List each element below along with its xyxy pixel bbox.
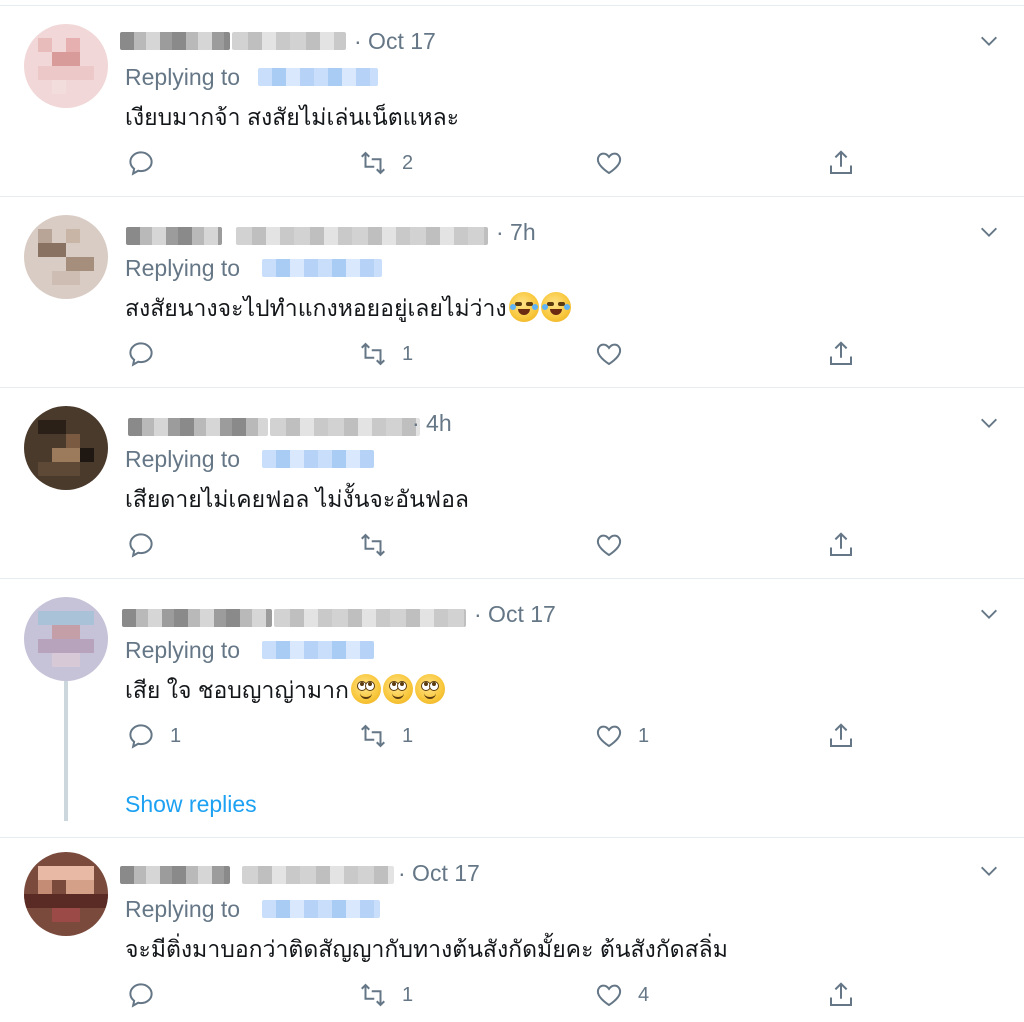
like-button[interactable]: [594, 530, 638, 560]
reply-count: 1: [170, 724, 182, 747]
retweet-button[interactable]: 1: [358, 339, 413, 369]
show-replies-link[interactable]: Show replies: [125, 791, 257, 818]
retweet-button[interactable]: [358, 530, 402, 560]
share-button[interactable]: [826, 980, 856, 1010]
avatar[interactable]: [24, 597, 108, 681]
heart-icon: [596, 984, 622, 1007]
heart-icon: [596, 534, 622, 557]
tweet[interactable]: · 4h Replying to เสียดายไม่เคยฟอล ไม่งั้…: [0, 388, 1024, 579]
reply-icon: [129, 724, 153, 749]
retweet-button[interactable]: 1: [358, 980, 413, 1010]
retweet-icon: [361, 724, 385, 748]
retweet-button[interactable]: 2: [358, 148, 413, 178]
reply-icon: [129, 533, 153, 558]
chevron-down-icon[interactable]: [978, 30, 1000, 52]
replying-to-label: Replying to: [125, 896, 241, 922]
retweet-count: 1: [402, 983, 414, 1006]
chevron-down-icon[interactable]: [978, 860, 1000, 882]
tweet[interactable]: · Oct 17 Replying to เงียบมากจ้า สงสัยไม…: [0, 6, 1024, 197]
share-button[interactable]: [826, 148, 856, 178]
retweet-icon: [361, 983, 385, 1007]
author-handle[interactable]: [270, 418, 420, 436]
author-name[interactable]: [126, 227, 222, 245]
like-button[interactable]: [594, 148, 638, 178]
chevron-down-icon[interactable]: [978, 412, 1000, 434]
replying-to-handle[interactable]: [262, 450, 374, 468]
author-name[interactable]: [122, 609, 272, 627]
replying-to-label: Replying to: [125, 255, 241, 281]
laughing-emoji: [508, 292, 539, 322]
share-icon: [830, 982, 852, 1006]
author-name[interactable]: [120, 32, 230, 50]
tweet[interactable]: · Oct 17 Replying to เสีย ใจ ชอบญาญ่ามาก…: [0, 579, 1024, 838]
like-button[interactable]: [594, 339, 638, 369]
heart-icon: [596, 725, 622, 748]
retweet-button[interactable]: 1: [358, 721, 413, 751]
avatar[interactable]: [24, 24, 108, 108]
avatar[interactable]: [24, 852, 108, 936]
timestamp[interactable]: · Oct 17: [354, 28, 436, 55]
retweet-icon: [361, 533, 385, 557]
timestamp[interactable]: · 4h: [412, 410, 452, 437]
timestamp[interactable]: · Oct 17: [474, 601, 556, 628]
replying-to-label: Replying to: [125, 637, 241, 663]
chevron-down-icon[interactable]: [978, 603, 1000, 625]
like-button[interactable]: 4: [594, 980, 649, 1010]
reply-button[interactable]: [126, 339, 170, 369]
share-icon: [830, 723, 852, 747]
rolling-eyes-emoji: [350, 674, 381, 704]
laughing-emoji: [540, 292, 571, 322]
replying-to-handle[interactable]: [262, 900, 380, 918]
share-icon: [830, 341, 852, 365]
reply-button[interactable]: [126, 148, 170, 178]
reply-icon: [129, 342, 153, 367]
heart-icon: [596, 152, 622, 175]
like-count: 1: [638, 724, 650, 747]
thread-line: [64, 681, 68, 821]
chevron-down-icon[interactable]: [978, 221, 1000, 243]
tweet-text: จะมีติ่งมาบอกว่าติดสัญญากับทางต้นสังกัดม…: [125, 936, 728, 962]
reply-button[interactable]: 1: [126, 721, 181, 751]
tweet[interactable]: · Oct 17 Replying to จะมีติ่งมาบอกว่าติด…: [0, 838, 1024, 1022]
reply-button[interactable]: [126, 980, 170, 1010]
tweet-text: เสีย ใจ ชอบญาญ่ามาก: [125, 673, 445, 709]
author-handle[interactable]: [232, 32, 346, 50]
share-icon: [830, 150, 852, 174]
reply-button[interactable]: [126, 530, 170, 560]
author-handle[interactable]: [242, 866, 394, 884]
avatar[interactable]: [24, 215, 108, 299]
author-handle[interactable]: [236, 227, 488, 245]
like-count: 4: [638, 983, 650, 1006]
like-button[interactable]: 1: [594, 721, 649, 751]
rolling-eyes-emoji: [382, 674, 413, 704]
reply-icon: [129, 983, 153, 1008]
replying-to-label: Replying to: [125, 446, 241, 472]
tweet[interactable]: · 7h Replying to สงสัยนางจะไปทำแกงหอยอยู…: [0, 197, 1024, 388]
retweet-count: 1: [402, 724, 414, 747]
author-name[interactable]: [120, 866, 230, 884]
share-button[interactable]: [826, 530, 856, 560]
author-name[interactable]: [128, 418, 268, 436]
replying-to-handle[interactable]: [262, 259, 382, 277]
heart-icon: [596, 343, 622, 366]
author-handle[interactable]: [274, 609, 466, 627]
share-button[interactable]: [826, 339, 856, 369]
tweet-text: เสียดายไม่เคยฟอล ไม่งั้นจะอันฟอล: [125, 486, 469, 512]
replying-to-handle[interactable]: [262, 641, 374, 659]
tweet-text: เงียบมากจ้า สงสัยไม่เล่นเน็ตแหละ: [125, 104, 460, 130]
rolling-eyes-emoji: [414, 674, 445, 704]
timestamp[interactable]: · Oct 17: [398, 860, 480, 887]
timestamp[interactable]: · 7h: [496, 219, 536, 246]
retweet-icon: [361, 342, 385, 366]
share-icon: [830, 532, 852, 556]
tweet-text: สงสัยนางจะไปทำแกงหอยอยู่เลยไม่ว่าง: [125, 291, 571, 327]
replying-to-handle[interactable]: [258, 68, 378, 86]
retweet-count: 2: [402, 151, 414, 174]
avatar[interactable]: [24, 406, 108, 490]
retweet-count: 1: [402, 342, 414, 365]
reply-icon: [129, 151, 153, 176]
share-button[interactable]: [826, 721, 856, 751]
retweet-icon: [361, 151, 385, 175]
replying-to-label: Replying to: [125, 64, 241, 90]
